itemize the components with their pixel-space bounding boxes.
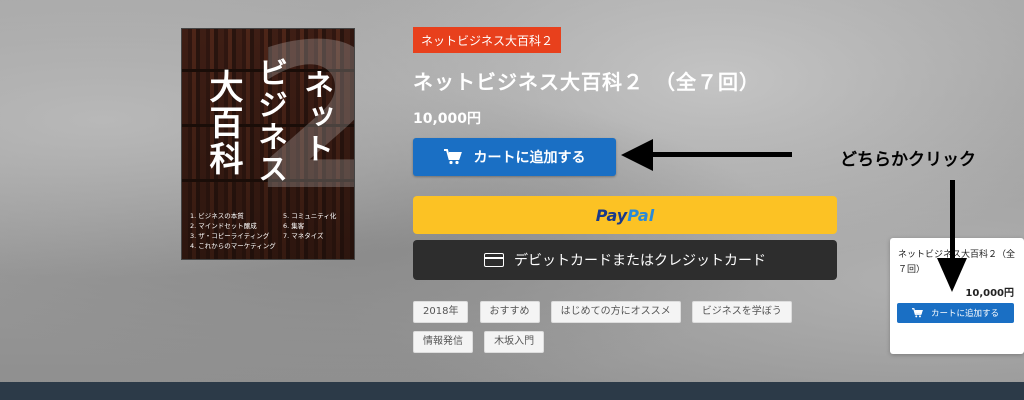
- tag-list: 2018年 おすすめ はじめての方にオススメ ビジネスを学ぼう 情報発信 木坂入…: [413, 299, 833, 359]
- cover-toc-item: 1. ビジネスの本質: [190, 212, 244, 220]
- paypal-logo-pay: Pay: [595, 205, 628, 225]
- add-to-cart-label: カートに追加する: [473, 150, 586, 166]
- tag-item[interactable]: 2018年: [413, 301, 469, 323]
- cover-toc: 1. ビジネスの本質 2. マインドセット醸成 3. ザ・コピーライティング 4…: [190, 211, 348, 251]
- cover-toc-item: 7. マネタイズ: [282, 232, 324, 240]
- cover-title-col-left: 大百科: [203, 69, 243, 177]
- paypal-logo-pal: Pal: [627, 205, 655, 225]
- floating-cart-widget: ネットビジネス大百科２（全７回） 10,000円 カートに追加する: [890, 238, 1024, 354]
- widget-add-to-cart-label: カートに追加する: [930, 309, 999, 319]
- product-title: ネットビジネス大百科２ （全７回）: [413, 70, 760, 94]
- category-badge[interactable]: ネットビジネス大百科２: [413, 27, 562, 53]
- annotation-arrow-left-head: [621, 139, 653, 171]
- product-price: 10,000円: [413, 111, 482, 127]
- cover-toc-item: 2. マインドセット醸成: [190, 222, 257, 230]
- cover-title-col-right: ネット: [298, 69, 333, 165]
- product-cover-image: 2 ネット ビジネス 大百科 1. ビジネスの本質 2. マインドセット醸成 3…: [181, 28, 355, 260]
- annotation-arrow-down-head: [937, 258, 967, 292]
- add-to-cart-button[interactable]: カートに追加する: [413, 138, 616, 176]
- cover-toc-item: 5. コミュニティ化: [282, 212, 337, 220]
- credit-card-icon: [484, 253, 504, 267]
- cover-toc-item: 4. これからのマーケティング: [190, 242, 276, 250]
- annotation-arrow-down-line: [950, 180, 955, 260]
- tag-item[interactable]: 木坂入門: [484, 331, 545, 353]
- tag-item[interactable]: 情報発信: [413, 331, 473, 353]
- widget-price: 10,000円: [965, 288, 1014, 299]
- cover-toc-item: 6. 集客: [282, 222, 305, 230]
- debit-credit-card-button[interactable]: デビットカードまたはクレジットカード: [413, 240, 837, 280]
- tag-item[interactable]: ビジネスを学ぼう: [691, 301, 792, 323]
- cover-toc-right: 5. コミュニティ化 6. 集客 7. マネタイズ: [283, 211, 348, 251]
- annotation-callout: どちらかクリック: [840, 150, 976, 170]
- cover-title-col-middle: ビジネス: [252, 57, 287, 185]
- debit-credit-label: デビットカードまたはクレジットカード: [514, 253, 766, 269]
- cover-toc-left: 1. ビジネスの本質 2. マインドセット醸成 3. ザ・コピーライティング 4…: [190, 211, 283, 251]
- paypal-button[interactable]: Pay Pal: [413, 196, 837, 234]
- cover-toc-item: 3. ザ・コピーライティング: [190, 232, 270, 240]
- annotation-arrow-left-line: [650, 152, 792, 157]
- tag-item[interactable]: おすすめ: [479, 301, 540, 323]
- tag-item[interactable]: はじめての方にオススメ: [550, 301, 681, 323]
- cart-icon: [911, 308, 923, 318]
- cart-icon: [443, 149, 462, 165]
- widget-add-to-cart-button[interactable]: カートに追加する: [897, 303, 1014, 323]
- footer-strip: [0, 382, 1024, 400]
